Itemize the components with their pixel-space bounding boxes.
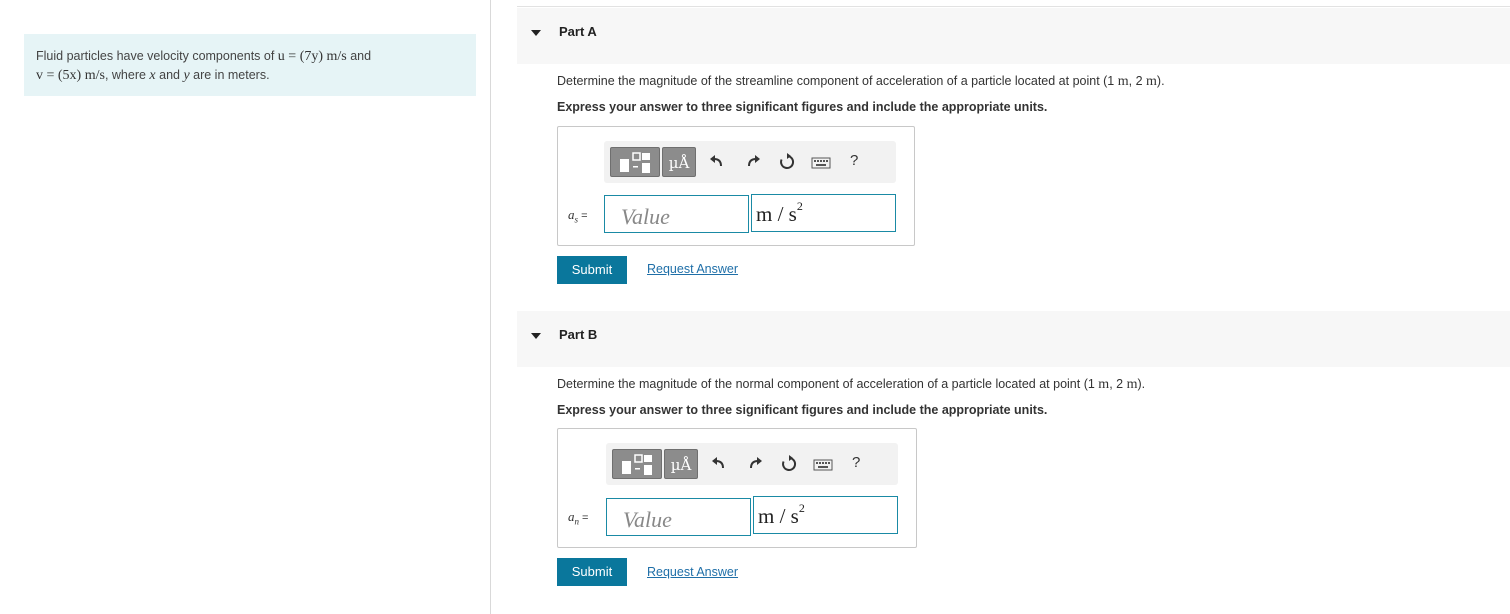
question-text: Determine the magnitude of the streamlin… <box>557 74 1118 88</box>
collapse-triangle-icon[interactable] <box>531 333 541 339</box>
reset-icon[interactable] <box>778 153 796 171</box>
unit-m: m <box>1146 74 1157 89</box>
unit-exponent: 2 <box>796 199 803 213</box>
undo-icon[interactable] <box>710 455 728 473</box>
part-a-question: Determine the magnitude of the streamlin… <box>557 74 1165 90</box>
problem-text-2: and <box>346 49 372 63</box>
help-button[interactable]: ? <box>850 152 858 169</box>
value-input[interactable]: Value <box>606 498 751 536</box>
equals-sign: = <box>579 512 589 524</box>
submit-button[interactable]: Submit <box>557 256 627 284</box>
top-divider <box>517 6 1510 7</box>
part-b-header[interactable]: Part B <box>517 311 1510 367</box>
template-icon <box>620 152 650 173</box>
part-b-title: Part B <box>559 327 598 342</box>
unit-input[interactable]: m / s2 <box>753 496 898 534</box>
part-a-instruction: Express your answer to three significant… <box>557 100 1048 114</box>
question-text: ). <box>1156 74 1165 88</box>
part-b-question: Determine the magnitude of the normal co… <box>557 377 1145 393</box>
parts-panel: Part A Determine the magnitude of the st… <box>517 0 1510 614</box>
question-text: , 2 <box>1128 74 1147 88</box>
part-a-header[interactable]: Part A <box>517 8 1510 64</box>
problem-text-3: , where <box>104 68 150 82</box>
unit-m: m <box>1117 74 1129 89</box>
units-button[interactable]: µÅ <box>662 147 696 177</box>
variable-label: as = <box>568 207 588 225</box>
question-text: , 2 <box>1109 377 1127 391</box>
redo-icon[interactable] <box>746 455 764 473</box>
question-text: ). <box>1137 377 1146 391</box>
reset-icon[interactable] <box>780 455 798 473</box>
unit-m: m <box>1098 377 1110 392</box>
collapse-triangle-icon[interactable] <box>531 30 541 36</box>
request-answer-link[interactable]: Request Answer <box>647 565 738 579</box>
problem-text-1: Fluid particles have velocity components… <box>36 49 278 63</box>
unit-text: m / s <box>756 202 797 226</box>
unit-exponent: 2 <box>798 501 805 515</box>
left-panel: Fluid particles have velocity components… <box>0 0 491 614</box>
part-a-answer-box: µÅ ? as = Value m / s2 <box>557 126 915 246</box>
undo-icon[interactable] <box>708 153 726 171</box>
math-toolbar: µÅ ? <box>606 443 898 485</box>
part-a-title: Part A <box>559 24 597 39</box>
v-expression: v = (5x) m/s <box>36 68 105 83</box>
value-input[interactable]: Value <box>604 195 749 233</box>
unit-input[interactable]: m / s2 <box>751 194 896 232</box>
problem-text-4: and <box>155 68 184 82</box>
help-button[interactable]: ? <box>852 454 860 471</box>
problem-text-5: are in meters. <box>189 68 270 82</box>
equals-sign: = <box>578 210 588 222</box>
variable-label: an = <box>568 509 588 527</box>
template-button[interactable] <box>610 147 660 177</box>
unit-m: m <box>1126 377 1138 392</box>
u-expression: u = (7y) m/s <box>277 49 347 64</box>
keyboard-icon[interactable] <box>813 455 833 473</box>
template-button[interactable] <box>612 449 662 479</box>
redo-icon[interactable] <box>744 153 762 171</box>
keyboard-icon[interactable] <box>811 153 831 171</box>
math-toolbar: µÅ ? <box>604 141 896 183</box>
part-b-instruction: Express your answer to three significant… <box>557 403 1048 417</box>
submit-button[interactable]: Submit <box>557 558 627 586</box>
part-b-answer-box: µÅ ? an = Value m / s2 <box>557 428 917 548</box>
problem-statement: Fluid particles have velocity components… <box>24 34 476 96</box>
request-answer-link[interactable]: Request Answer <box>647 262 738 276</box>
units-button[interactable]: µÅ <box>664 449 698 479</box>
unit-text: m / s <box>758 504 799 528</box>
question-text: Determine the magnitude of the normal co… <box>557 377 1099 391</box>
template-icon <box>622 454 652 475</box>
